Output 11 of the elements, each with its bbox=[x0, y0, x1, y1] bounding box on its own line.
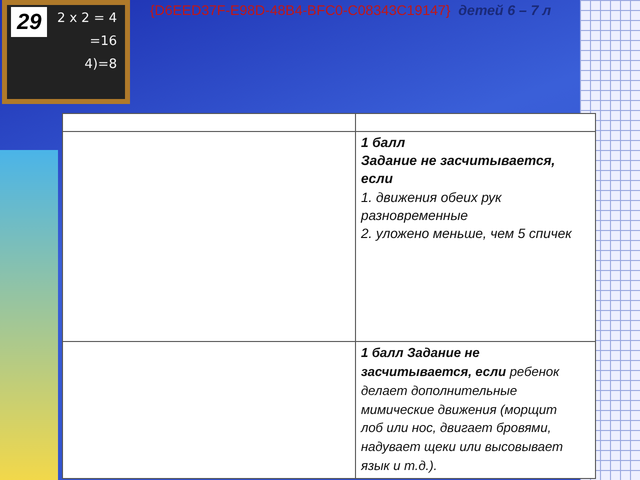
cell-text: 2. уложено меньше, чем 5 спичек bbox=[361, 225, 573, 244]
chalk-text: 2 x 2 = 4 bbox=[57, 11, 117, 26]
title-text: детей 6 – 7 л bbox=[458, 2, 552, 19]
cell-text: 1 балл bbox=[361, 134, 406, 152]
slide-number: 29 bbox=[11, 7, 48, 37]
cell-text: 1. движения обеих рук разновременные bbox=[361, 188, 503, 225]
cell-text: 1 балл Задание не засчитывается, если ребенок делает дополнительные мимические движения (морщит лоб или нос, двигает бровями, надувает щеки или высовывает язык и т.д.). bbox=[361, 344, 564, 476]
chalk-text: =16 bbox=[90, 34, 117, 49]
object-code: {D6EED37F-E98D-48B4-BFC0-C08343C19147} bbox=[150, 2, 450, 19]
chalk-text: 4)=8 bbox=[84, 57, 117, 72]
cell-text: Задание не засчитывается, если bbox=[361, 152, 556, 188]
